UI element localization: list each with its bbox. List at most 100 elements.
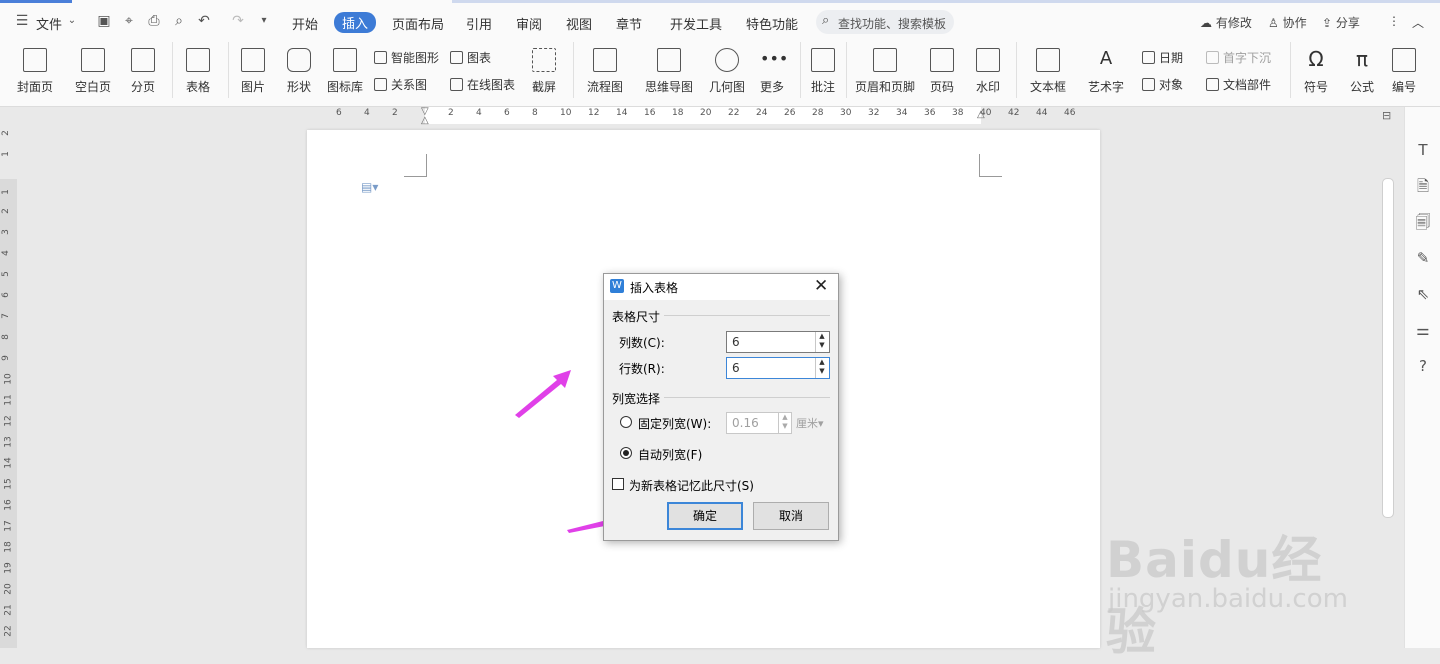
more-button[interactable]: ••• 更多 bbox=[754, 48, 790, 95]
vertical-ruler[interactable]: 2 1 1 2 3 4 5 6 7 8 9 10 11 12 13 14 15 16 17 18 19 20 21 22 bbox=[0, 107, 17, 648]
ribbon-divider bbox=[800, 42, 801, 98]
geometry-button[interactable]: 几何图 bbox=[708, 48, 746, 95]
hamburger-icon[interactable]: ☰ bbox=[14, 13, 30, 29]
document-settings-icon[interactable]: 🗐 bbox=[1414, 213, 1432, 231]
screenshot-button[interactable]: 截屏 bbox=[526, 48, 562, 95]
size-group-label: 表格尺寸 bbox=[612, 310, 661, 324]
date-button[interactable]: 日期 bbox=[1142, 49, 1183, 66]
horizontal-ruler[interactable]: 6 4 2 2 4 6 8 10 12 14 16 18 20 22 24 26 28 30 32 34 36 38 40 4… bbox=[0, 107, 1380, 126]
indent-marker-icon[interactable]: ▽ △ bbox=[421, 107, 431, 126]
search-box[interactable]: ⌕ 查找功能、搜索模板 bbox=[816, 10, 954, 34]
cover-page-label: 封面页 bbox=[16, 80, 53, 94]
cover-page-button[interactable]: 封面页 bbox=[12, 48, 58, 95]
relation-graph-button[interactable]: 关系图 bbox=[374, 76, 427, 93]
spin-up-icon[interactable]: ▲ bbox=[816, 332, 828, 341]
geometry-icon bbox=[715, 48, 739, 72]
unit-select[interactable]: 厘米▾ bbox=[796, 415, 824, 431]
cols-spinner[interactable]: ▲ ▼ bbox=[815, 332, 828, 352]
print-preview-icon[interactable]: ⌕ bbox=[171, 13, 187, 29]
ruler-tick: 46 bbox=[1064, 108, 1076, 118]
modified-button[interactable]: ☁ 有修改 bbox=[1200, 14, 1252, 31]
comment-button[interactable]: 批注 bbox=[808, 48, 838, 95]
wordart-button[interactable]: A 艺术字 bbox=[1082, 48, 1130, 95]
help-icon[interactable]: ? bbox=[1414, 357, 1432, 375]
watermark-button[interactable]: 水印 bbox=[970, 48, 1006, 95]
watermark-url: jingyan.baidu.com bbox=[1108, 584, 1348, 614]
drop-cap-button[interactable]: 首字下沉 bbox=[1206, 49, 1271, 66]
scrollbar-thumb[interactable] bbox=[1382, 178, 1394, 518]
ok-button[interactable]: 确定 bbox=[667, 502, 743, 530]
tab-review[interactable]: 审阅 bbox=[516, 14, 542, 33]
page-number-button[interactable]: 页码 bbox=[924, 48, 960, 95]
search-icon: ⌕ bbox=[822, 13, 830, 28]
tab-view[interactable]: 视图 bbox=[566, 14, 592, 33]
chevron-down-icon[interactable]: ⌄ bbox=[64, 13, 80, 29]
paragraph-format-icon[interactable]: ▤▾ bbox=[361, 180, 378, 194]
format-painter-icon[interactable]: ⌖ bbox=[121, 13, 137, 29]
blank-page-button[interactable]: 空白页 bbox=[70, 48, 116, 95]
cursor-icon[interactable]: ⇖ bbox=[1414, 285, 1432, 303]
header-footer-button[interactable]: 页眉和页脚 bbox=[854, 48, 916, 95]
doc-parts-button[interactable]: 文档部件 bbox=[1206, 76, 1271, 93]
collapse-ribbon-icon[interactable]: ︿ bbox=[1412, 14, 1424, 31]
ribbon-divider bbox=[228, 42, 229, 98]
object-button[interactable]: 对象 bbox=[1142, 76, 1183, 93]
text-format-icon[interactable]: T bbox=[1414, 141, 1432, 159]
ruler-tick: 5 bbox=[0, 271, 11, 277]
tab-home[interactable]: 开始 bbox=[292, 14, 318, 33]
rows-spinner[interactable]: ▲ ▼ bbox=[815, 358, 828, 378]
shape-button[interactable]: 形状 bbox=[282, 48, 316, 95]
tab-references[interactable]: 引用 bbox=[466, 14, 492, 33]
symbol-button[interactable]: Ω 符号 bbox=[1298, 48, 1334, 95]
comment-icon bbox=[811, 48, 835, 72]
ruler-toggle-icon[interactable]: ⊟ bbox=[1382, 109, 1391, 122]
pen-icon[interactable]: ✎ bbox=[1414, 249, 1432, 267]
spin-down-icon[interactable]: ▼ bbox=[816, 367, 828, 376]
page-break-button[interactable]: 分页 bbox=[126, 48, 160, 95]
tab-special[interactable]: 特色功能 bbox=[746, 14, 798, 33]
right-indent-marker-icon[interactable]: △ bbox=[977, 109, 985, 120]
spin-up-icon[interactable]: ▲ bbox=[779, 413, 791, 422]
mindmap-button[interactable]: 思维导图 bbox=[640, 48, 698, 95]
formula-button[interactable]: π 公式 bbox=[1344, 48, 1380, 95]
spin-up-icon[interactable]: ▲ bbox=[816, 358, 828, 367]
tab-developer[interactable]: 开发工具 bbox=[670, 14, 722, 33]
table-button[interactable]: 表格 bbox=[180, 48, 216, 95]
textbox-button[interactable]: 文本框 bbox=[1024, 48, 1072, 95]
rows-value: 6 bbox=[732, 361, 740, 375]
redo-icon[interactable]: ↷ bbox=[230, 13, 246, 29]
save-icon[interactable]: ▣ bbox=[96, 13, 112, 29]
tab-section[interactable]: 章节 bbox=[616, 14, 642, 33]
cancel-button[interactable]: 取消 bbox=[753, 502, 829, 530]
pi-icon: π bbox=[1355, 47, 1369, 71]
icon-library-button[interactable]: 图标库 bbox=[326, 48, 364, 95]
print-icon[interactable]: ⎙ bbox=[146, 13, 162, 29]
ruler-tick: 12 bbox=[588, 108, 600, 118]
spin-down-icon[interactable]: ▼ bbox=[779, 422, 791, 431]
numbering-button[interactable]: 编号 bbox=[1390, 48, 1418, 95]
tab-insert[interactable]: 插入 bbox=[334, 12, 377, 33]
undo-icon[interactable]: ↶ bbox=[196, 13, 212, 29]
wordart-icon: A bbox=[1099, 48, 1113, 69]
picture-button[interactable]: 图片 bbox=[236, 48, 270, 95]
fixed-width-spinner[interactable]: ▲ ▼ bbox=[778, 413, 791, 433]
smart-graphic-button[interactable]: 智能图形 bbox=[374, 49, 439, 66]
share-button[interactable]: ⇪ 分享 bbox=[1322, 14, 1360, 31]
file-menu[interactable]: 文件 bbox=[36, 14, 62, 33]
customize-toolbar-icon[interactable]: ▾ bbox=[256, 13, 272, 29]
collab-button[interactable]: ♙ 协作 bbox=[1268, 14, 1307, 31]
auto-width-radio[interactable] bbox=[620, 447, 632, 459]
sliders-icon[interactable]: ⚌ bbox=[1414, 321, 1432, 339]
flowchart-button[interactable]: 流程图 bbox=[582, 48, 628, 95]
online-chart-button[interactable]: 在线图表 bbox=[450, 76, 515, 93]
fixed-width-radio[interactable] bbox=[620, 416, 632, 428]
document-icon[interactable]: 🗎 bbox=[1414, 177, 1432, 195]
close-icon[interactable]: ✕ bbox=[814, 276, 828, 296]
tab-page-layout[interactable]: 页面布局 bbox=[392, 14, 444, 33]
more-options-icon[interactable]: ⋮ bbox=[1388, 14, 1400, 28]
chart-button[interactable]: 图表 bbox=[450, 49, 491, 66]
spin-down-icon[interactable]: ▼ bbox=[816, 341, 828, 350]
vertical-scrollbar[interactable] bbox=[1380, 124, 1394, 648]
unit-label: 厘米 bbox=[796, 417, 818, 430]
remember-size-checkbox[interactable] bbox=[612, 478, 624, 490]
